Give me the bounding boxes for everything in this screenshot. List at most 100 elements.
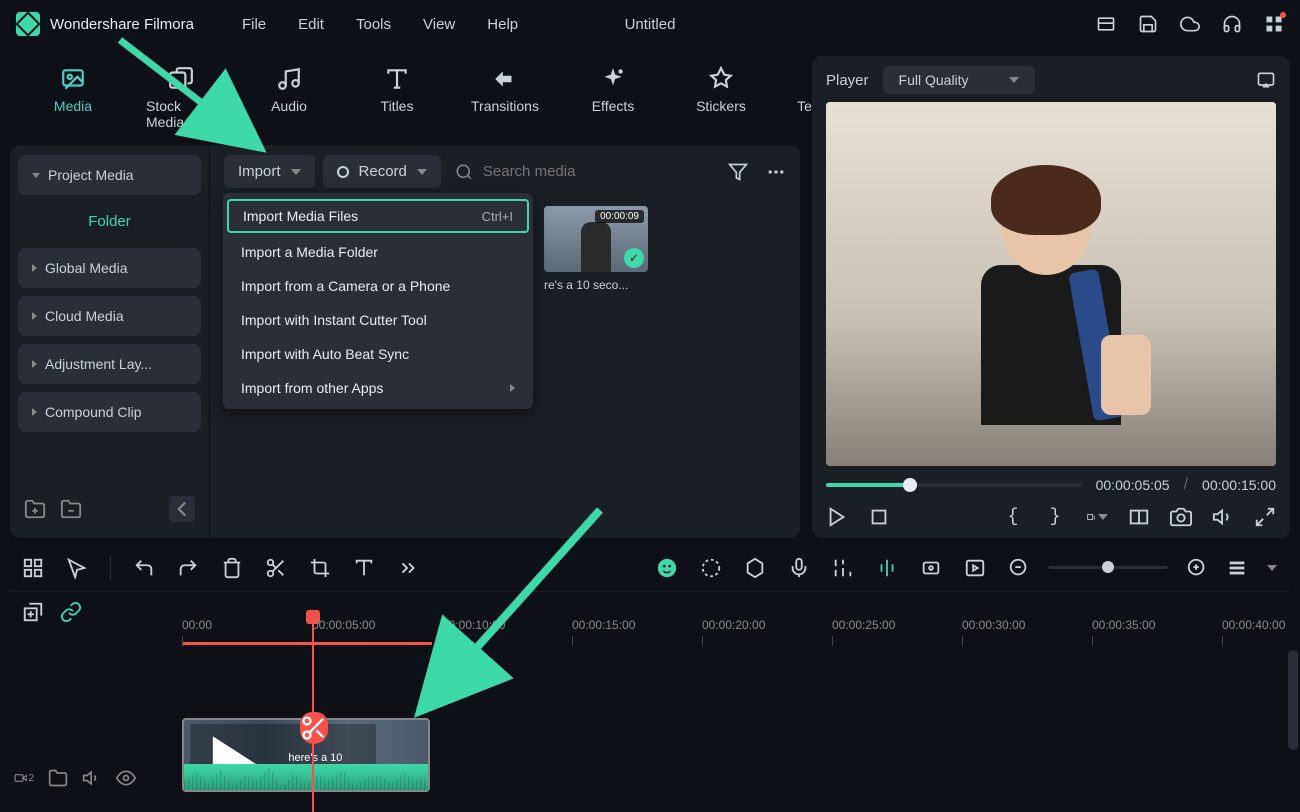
main-menu: File Edit Tools View Help bbox=[242, 16, 518, 33]
menu-view[interactable]: View bbox=[423, 16, 455, 33]
crop-icon[interactable] bbox=[309, 557, 331, 579]
total-time: 00:00:15:00 bbox=[1202, 477, 1276, 493]
import-media-folder[interactable]: Import a Media Folder bbox=[223, 235, 533, 269]
more-icon[interactable] bbox=[766, 162, 786, 182]
mark-out-button[interactable]: } bbox=[1044, 506, 1066, 528]
apps-grid-icon[interactable] bbox=[22, 557, 44, 579]
layout-icon[interactable] bbox=[1096, 14, 1116, 34]
media-icon bbox=[60, 66, 86, 92]
folder-track-icon[interactable] bbox=[48, 768, 68, 788]
sidebar-cloud-media[interactable]: Cloud Media bbox=[18, 296, 201, 336]
tab-transitions[interactable]: Transitions bbox=[460, 62, 550, 134]
media-item[interactable]: 00:00:09 ✓ re's a 10 seco... bbox=[544, 206, 648, 292]
zoom-out-icon[interactable] bbox=[1008, 557, 1030, 579]
new-folder-icon[interactable] bbox=[24, 498, 46, 520]
sidebar-global-media[interactable]: Global Media bbox=[18, 248, 201, 288]
stop-button[interactable] bbox=[868, 506, 890, 528]
marker-icon[interactable] bbox=[744, 557, 766, 579]
save-icon[interactable] bbox=[1138, 14, 1158, 34]
zoom-in-icon[interactable] bbox=[1186, 557, 1208, 579]
undo-icon[interactable] bbox=[133, 557, 155, 579]
import-other-apps[interactable]: Import from other Apps bbox=[223, 371, 533, 405]
collapse-sidebar-button[interactable] bbox=[169, 496, 195, 522]
split-icon[interactable] bbox=[265, 557, 287, 579]
video-preview[interactable] bbox=[826, 102, 1276, 466]
magnet-icon[interactable] bbox=[876, 557, 898, 579]
playback-mode-button[interactable] bbox=[1086, 506, 1108, 528]
track-view-dropdown[interactable] bbox=[1266, 557, 1278, 579]
chevron-down-icon bbox=[417, 169, 427, 175]
cloud-icon[interactable] bbox=[1180, 14, 1200, 34]
import-dropdown-menu: Import Media FilesCtrl+I Import a Media … bbox=[223, 193, 533, 409]
titlebar-actions bbox=[1096, 14, 1284, 34]
tab-media[interactable]: Media bbox=[28, 62, 118, 134]
timeline-scrollbar[interactable] bbox=[1288, 650, 1298, 750]
camera-button[interactable] bbox=[1170, 506, 1192, 528]
mic-icon[interactable] bbox=[788, 557, 810, 579]
delete-folder-icon[interactable] bbox=[60, 498, 82, 520]
text-icon[interactable] bbox=[353, 557, 375, 579]
volume-button[interactable] bbox=[1212, 506, 1234, 528]
sidebar-compound-clip[interactable]: Compound Clip bbox=[18, 392, 201, 432]
tab-stock-media[interactable]: Stock Media bbox=[136, 62, 226, 134]
sidebar-project-media[interactable]: Project Media bbox=[18, 155, 201, 195]
tab-audio[interactable]: Audio bbox=[244, 62, 334, 134]
snapshot-icon[interactable] bbox=[1256, 70, 1276, 90]
more-tools-icon[interactable] bbox=[397, 557, 419, 579]
color-wheel-icon[interactable] bbox=[700, 557, 722, 579]
menu-tools[interactable]: Tools bbox=[356, 16, 391, 33]
visibility-icon[interactable] bbox=[116, 768, 136, 788]
tab-titles[interactable]: Titles bbox=[352, 62, 442, 134]
pointer-icon[interactable] bbox=[66, 557, 88, 579]
apps-icon[interactable] bbox=[1264, 14, 1284, 34]
add-track-icon[interactable] bbox=[22, 601, 44, 623]
link-icon[interactable] bbox=[60, 601, 82, 623]
ruler-tick: 00:00:15:00 bbox=[572, 618, 635, 632]
current-time: 00:00:05:05 bbox=[1096, 477, 1170, 493]
player-label: Player bbox=[826, 72, 869, 89]
sidebar-folder[interactable]: Folder bbox=[18, 203, 201, 240]
import-media-files[interactable]: Import Media FilesCtrl+I bbox=[227, 199, 529, 233]
headphones-icon[interactable] bbox=[1222, 14, 1242, 34]
notification-dot bbox=[1280, 12, 1286, 18]
quality-selector[interactable]: Full Quality bbox=[883, 66, 1035, 94]
tab-effects[interactable]: Effects bbox=[568, 62, 658, 134]
tab-stickers[interactable]: Stickers bbox=[676, 62, 766, 134]
titlebar: Wondershare Filmora File Edit Tools View… bbox=[0, 0, 1300, 48]
titles-icon bbox=[384, 66, 410, 92]
redo-icon[interactable] bbox=[177, 557, 199, 579]
search-wrap bbox=[455, 163, 623, 181]
import-button[interactable]: Import bbox=[224, 155, 315, 188]
video-track-icon[interactable]: 2 bbox=[14, 768, 34, 788]
keyframe-icon[interactable] bbox=[920, 557, 942, 579]
mark-in-button[interactable]: { bbox=[1002, 506, 1024, 528]
sidebar-adjustment-layer[interactable]: Adjustment Lay... bbox=[18, 344, 201, 384]
filter-icon[interactable] bbox=[728, 162, 748, 182]
media-filename: re's a 10 seco... bbox=[544, 278, 648, 292]
display-mode-button[interactable] bbox=[1128, 506, 1150, 528]
import-instant-cutter[interactable]: Import with Instant Cutter Tool bbox=[223, 303, 533, 337]
cut-marker-icon[interactable] bbox=[300, 712, 328, 744]
audio-mixer-icon[interactable] bbox=[832, 557, 854, 579]
timeline-tracks[interactable]: 2 here's a 10 second joke becaus... bbox=[10, 632, 1290, 802]
import-auto-beat-sync[interactable]: Import with Auto Beat Sync bbox=[223, 337, 533, 371]
ruler-tick: 00:00:35:00 bbox=[1092, 618, 1155, 632]
search-icon[interactable] bbox=[455, 163, 473, 181]
menu-file[interactable]: File bbox=[242, 16, 266, 33]
render-icon[interactable] bbox=[964, 557, 986, 579]
track-view-icon[interactable] bbox=[1226, 557, 1248, 579]
fullscreen-button[interactable] bbox=[1254, 506, 1276, 528]
ai-icon[interactable] bbox=[656, 557, 678, 579]
progress-track[interactable] bbox=[826, 483, 1082, 487]
import-camera-phone[interactable]: Import from a Camera or a Phone bbox=[223, 269, 533, 303]
mute-icon[interactable] bbox=[82, 768, 102, 788]
search-input[interactable] bbox=[483, 163, 623, 180]
zoom-slider[interactable] bbox=[1048, 566, 1168, 569]
record-button[interactable]: Record bbox=[323, 155, 441, 188]
media-panel: Project Media Folder Global Media Cloud … bbox=[10, 145, 800, 538]
ruler-tick: 00:00:30:00 bbox=[962, 618, 1025, 632]
delete-icon[interactable] bbox=[221, 557, 243, 579]
menu-help[interactable]: Help bbox=[487, 16, 518, 33]
menu-edit[interactable]: Edit bbox=[298, 16, 324, 33]
play-button[interactable] bbox=[826, 506, 848, 528]
